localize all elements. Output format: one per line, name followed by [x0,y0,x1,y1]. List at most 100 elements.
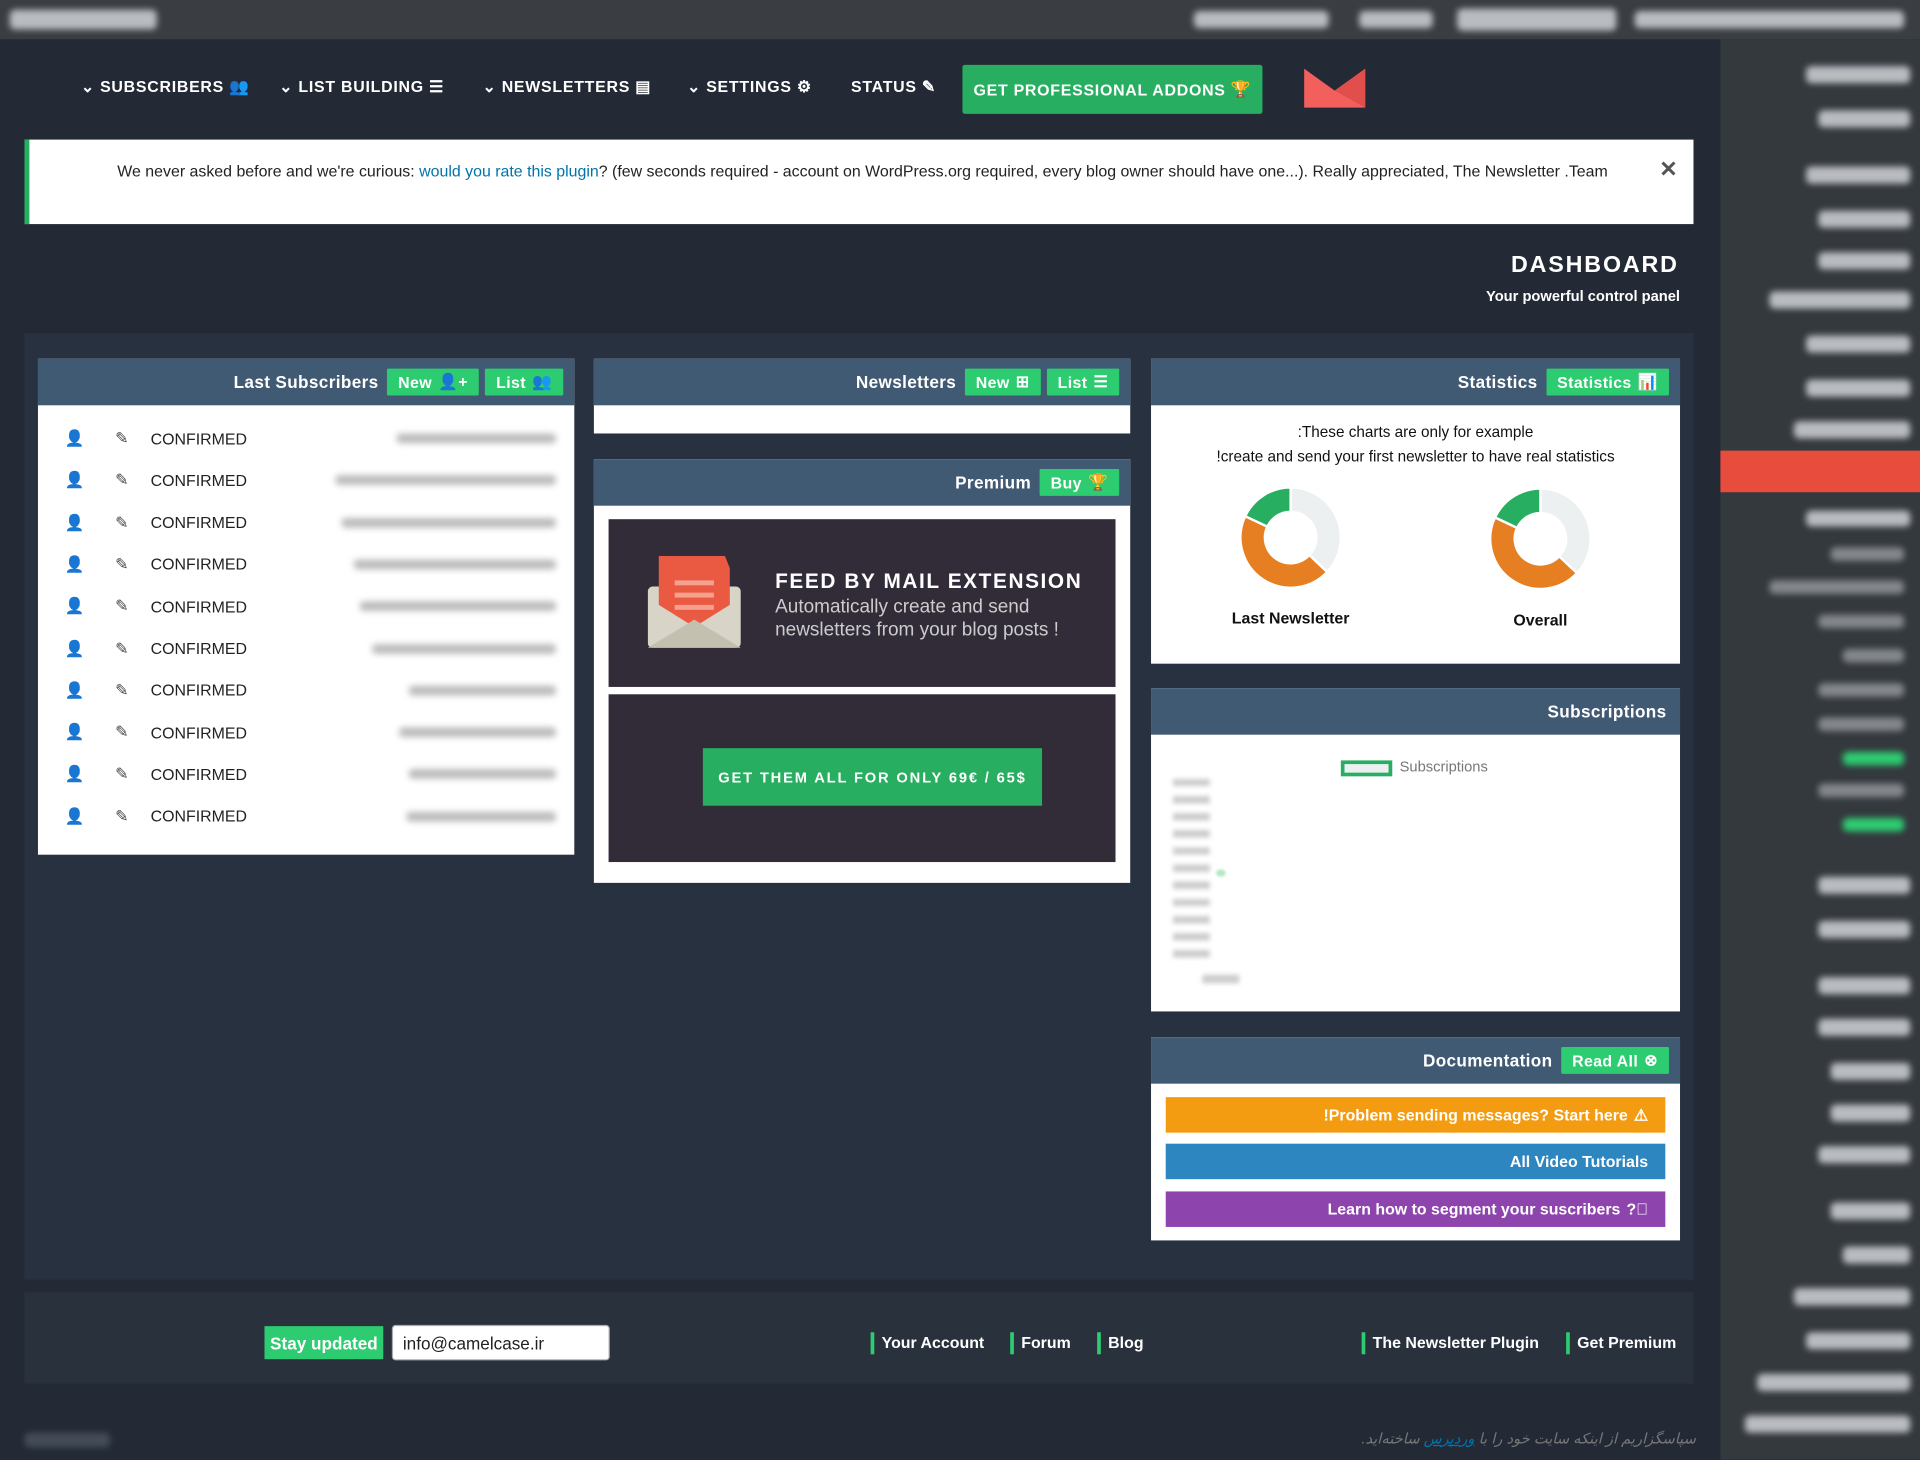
newsletter-logo [1304,68,1366,108]
edit-icon[interactable]: ✎ [115,513,128,533]
subscriber-row: 👤 ✎ CONFIRMED [38,670,574,712]
user-icon: 👤 [64,470,85,489]
trophy-icon: 🏆 [1230,79,1252,98]
donut-slice [1539,487,1592,575]
edit-icon[interactable]: ✎ [115,471,128,491]
new-subscriber-button[interactable]: New 👤+ [387,368,480,396]
subscriber-row: 👤 ✎ CONFIRMED [38,460,574,502]
edit-icon[interactable]: ✎ [115,597,128,617]
video-tutorials-link[interactable]: All Video Tutorials [1165,1143,1666,1180]
sidebar-item-newsletter-active[interactable] [1720,450,1920,493]
footer-link-get-premium[interactable]: Get Premium [1566,1332,1676,1355]
x-axis-tick [1202,974,1240,984]
button-label: List [1057,372,1088,392]
nav-label: NEWSLETTERS [501,77,631,96]
subscriber-email[interactable] [408,685,556,696]
list-subscribers-button[interactable]: List 👥 [485,368,564,396]
subscriber-status: CONFIRMED [150,597,248,616]
edit-icon[interactable]: ✎ [115,723,128,743]
bar-chart-icon: 📊 [1637,372,1658,391]
subscriber-row: 👤 ✎ CONFIRMED [38,754,574,796]
subscriber-row: 👤 ✎ CONFIRMED [38,586,574,628]
donut-slice [1289,486,1342,574]
button-label: New [975,372,1010,392]
nav-subscribers[interactable]: ⌄ SUBSCRIBERS 👥 [81,77,250,97]
read-all-button[interactable]: Read All ⊗ [1561,1046,1669,1074]
newsletter-email-input[interactable] [391,1324,610,1361]
notice-text: We never asked before and we're curious: [117,161,420,181]
edit-icon[interactable]: ✎ [115,429,128,449]
notice-text: ? (few seconds required - account on Wor… [598,161,1608,181]
subscriber-email[interactable] [360,601,556,612]
subscriber-email[interactable] [406,811,556,822]
new-newsletter-button[interactable]: New ⊞ [964,368,1041,396]
get-professional-addons-button[interactable]: GET PROFESSIONAL ADDONS 🏆 [962,64,1263,114]
wp-footer-text: سپاسگزاریم از اینکه سایت خود را با وردپر… [1298,1430,1696,1447]
subscriber-row: 👤 ✎ CONFIRMED [38,418,574,460]
edit-icon[interactable]: ✎ [115,681,128,701]
footer-link-forum[interactable]: Forum [1010,1332,1071,1355]
link-label: All Video Tutorials [1509,1152,1649,1171]
subscriber-row: 👤 ✎ CONFIRMED [38,628,574,670]
footer-link-your-account[interactable]: Your Account [870,1332,984,1355]
edit-icon[interactable]: ✎ [115,555,128,575]
trophy-icon: 🏆 [1087,472,1109,492]
subscriber-status: CONFIRMED [150,429,248,448]
legend-label[interactable]: Subscriptions [1400,758,1488,775]
footer-link-blog[interactable]: Blog [1097,1332,1144,1355]
close-icon[interactable]: ✕ [1659,157,1677,183]
user-icon: 👤 [64,680,85,699]
statistics-button[interactable]: Statistics 📊 [1546,368,1669,396]
subscriber-email[interactable] [396,433,556,444]
donut-slice [1493,487,1542,530]
button-label: Statistics [1557,372,1632,392]
stay-updated-button[interactable]: Stay updated [264,1326,384,1360]
list-newsletters-button[interactable]: List ☰ [1046,368,1120,396]
button-label: Buy [1050,473,1082,492]
page-title: DASHBOARD [1511,252,1679,278]
edit-icon[interactable]: ✎ [115,639,128,659]
subscriptions-panel: Subscriptions Subscriptions [1151,688,1681,1012]
buy-button[interactable]: Buy 🏆 [1039,468,1120,496]
nav-status[interactable]: STATUS ✎ [851,77,936,97]
edit-icon[interactable]: ✎ [115,807,128,827]
problem-sending-link[interactable]: !Problem sending messages? Start here ⚠ [1165,1097,1666,1133]
newspaper-icon: ▤ [635,77,652,96]
nav-label: SETTINGS [706,77,792,96]
feed-by-mail-banner[interactable]: FEED BY MAIL EXTENSION Automatically cre… [608,519,1116,687]
subscriber-status: CONFIRMED [150,639,248,658]
subscriber-email[interactable] [353,559,556,570]
panel-title: Subscriptions [1547,701,1667,722]
user-icon: 👤 [64,806,85,825]
pro-button-label: GET PROFESSIONAL ADDONS [973,80,1226,99]
wp-footer-text-part: ساخته‌اید. [1361,1430,1424,1448]
rate-plugin-link[interactable]: would you rate this plugin [419,162,599,180]
subscriber-email[interactable] [372,643,556,654]
list-icon: ☰ [428,77,445,96]
link-label: !Problem sending messages? Start here [1323,1105,1628,1125]
nav-settings[interactable]: ⌄ SETTINGS ⚙ [687,77,812,97]
user-icon: 👤 [64,764,85,783]
subscriber-email[interactable] [408,769,556,780]
get-them-all-button[interactable]: GET THEM ALL FOR ONLY 69€ / 65$ [702,748,1043,806]
wordpress-link[interactable]: وردپرس [1424,1430,1475,1447]
nav-list-building[interactable]: ⌄ LIST BUILDING ☰ [279,77,444,97]
user-plus-icon: 👤+ [438,372,468,391]
wp-admin-sidebar [1720,39,1920,1460]
subscriber-email[interactable] [399,727,556,738]
y-axis-ticks [1173,778,1210,963]
nav-newsletters[interactable]: ⌄ NEWSLETTERS ▤ [482,77,651,97]
subscriber-row: 👤 ✎ CONFIRMED [38,502,574,544]
subscriber-status: CONFIRMED [150,723,248,742]
edit-icon[interactable]: ✎ [115,765,128,785]
footer-link-newsletter-plugin[interactable]: The Newsletter Plugin [1361,1332,1539,1355]
subscriber-email[interactable] [341,517,556,528]
subscriber-status: CONFIRMED [150,471,248,490]
subscriber-status: CONFIRMED [150,555,248,574]
question-circle-icon: ?⃝ [1626,1200,1649,1219]
subscriber-email[interactable] [335,475,556,486]
segment-subscribers-link[interactable]: Learn how to segment your suscribers ?⃝ [1165,1191,1666,1227]
nav-label: LIST BUILDING [298,77,424,96]
gear-icon: ⚙ [796,77,812,96]
feed-desc: Automatically create and send [775,596,1030,618]
